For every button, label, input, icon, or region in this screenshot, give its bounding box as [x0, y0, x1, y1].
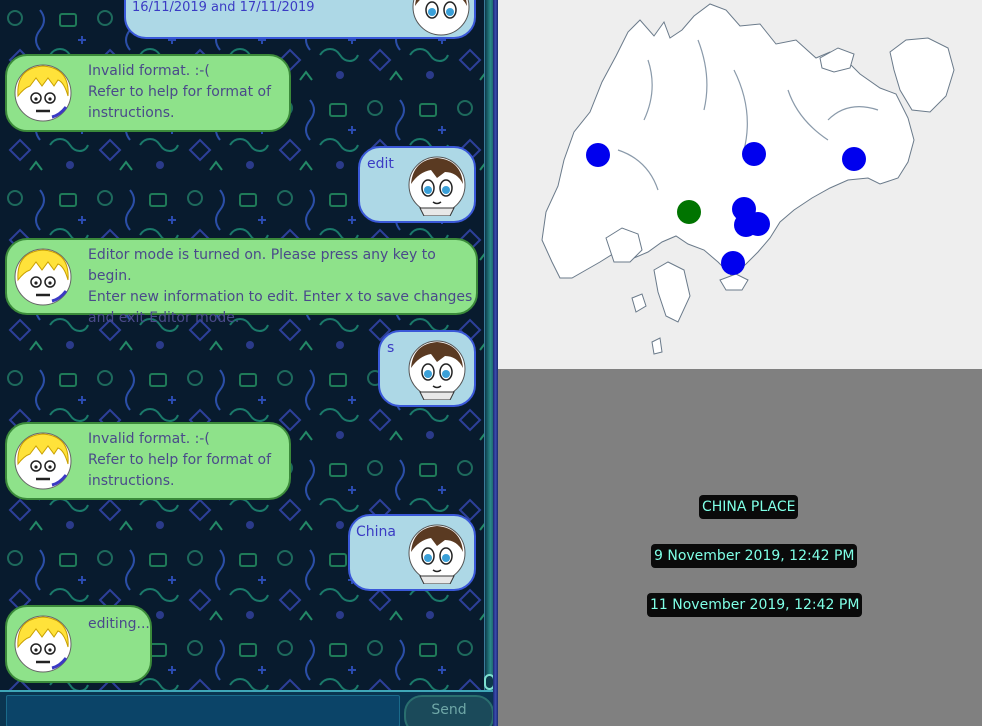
- message-text: 16/11/2019 and 17/11/2019: [132, 0, 315, 15]
- location-marker[interactable]: [842, 147, 866, 171]
- selected-location-marker[interactable]: [677, 200, 701, 224]
- pulau-ubin-shape: [819, 47, 855, 73]
- message-text: Editor mode is turned on. Please press a…: [88, 247, 473, 326]
- bot-message: Invalid format. :-( Refer to help for fo…: [5, 54, 291, 132]
- user-message: s: [378, 330, 476, 407]
- sentosa-shape: [719, 273, 749, 291]
- send-button[interactable]: Send: [404, 695, 494, 726]
- bot-message: Editor mode is turned on. Please press a…: [5, 238, 478, 326]
- bot-avatar: [14, 64, 72, 122]
- message-text: edit: [367, 156, 394, 172]
- input-bar: Send: [0, 690, 497, 726]
- user-avatar: [412, 0, 470, 36]
- end-time-label: 11 November 2019, 12:42 PM: [647, 593, 863, 617]
- place-name-label: CHINA PLACE: [699, 495, 799, 519]
- message-text: Invalid format. :-( Refer to help for fo…: [88, 63, 272, 121]
- bot-avatar: [14, 615, 72, 673]
- bot-message: editing...: [5, 605, 152, 683]
- command-input[interactable]: [6, 695, 400, 726]
- bot-avatar: [14, 248, 72, 306]
- location-marker[interactable]: [586, 143, 610, 167]
- user-message: 16/11/2019 and 17/11/2019: [124, 0, 476, 39]
- chat-pane: 16/11/2019 and 17/11/2019 Invalid format…: [0, 0, 497, 726]
- location-marker[interactable]: [721, 251, 745, 275]
- main-island-shape: [541, 3, 915, 279]
- user-avatar: [408, 156, 466, 216]
- message-text: Invalid format. :-( Refer to help for fo…: [88, 431, 272, 489]
- southern-island-shape: [631, 293, 647, 313]
- location-marker[interactable]: [742, 142, 766, 166]
- southern-island-shape: [651, 337, 663, 355]
- singapore-map[interactable]: [498, 0, 982, 369]
- user-message: edit: [358, 146, 476, 223]
- map-panel: [498, 0, 982, 369]
- user-message: China: [348, 514, 476, 591]
- user-avatar: [408, 524, 466, 584]
- bot-message: Invalid format. :-( Refer to help for fo…: [5, 422, 291, 500]
- message-text: editing...: [88, 616, 150, 632]
- details-panel: CHINA PLACE 9 November 2019, 12:42 PM 11…: [498, 369, 982, 726]
- message-text: s: [387, 340, 395, 356]
- user-avatar: [408, 340, 466, 400]
- location-marker[interactable]: [746, 212, 770, 236]
- start-time-label: 9 November 2019, 12:42 PM: [651, 544, 858, 568]
- bot-avatar: [14, 432, 72, 490]
- message-text: China: [356, 524, 396, 540]
- southern-island-shape: [653, 261, 691, 323]
